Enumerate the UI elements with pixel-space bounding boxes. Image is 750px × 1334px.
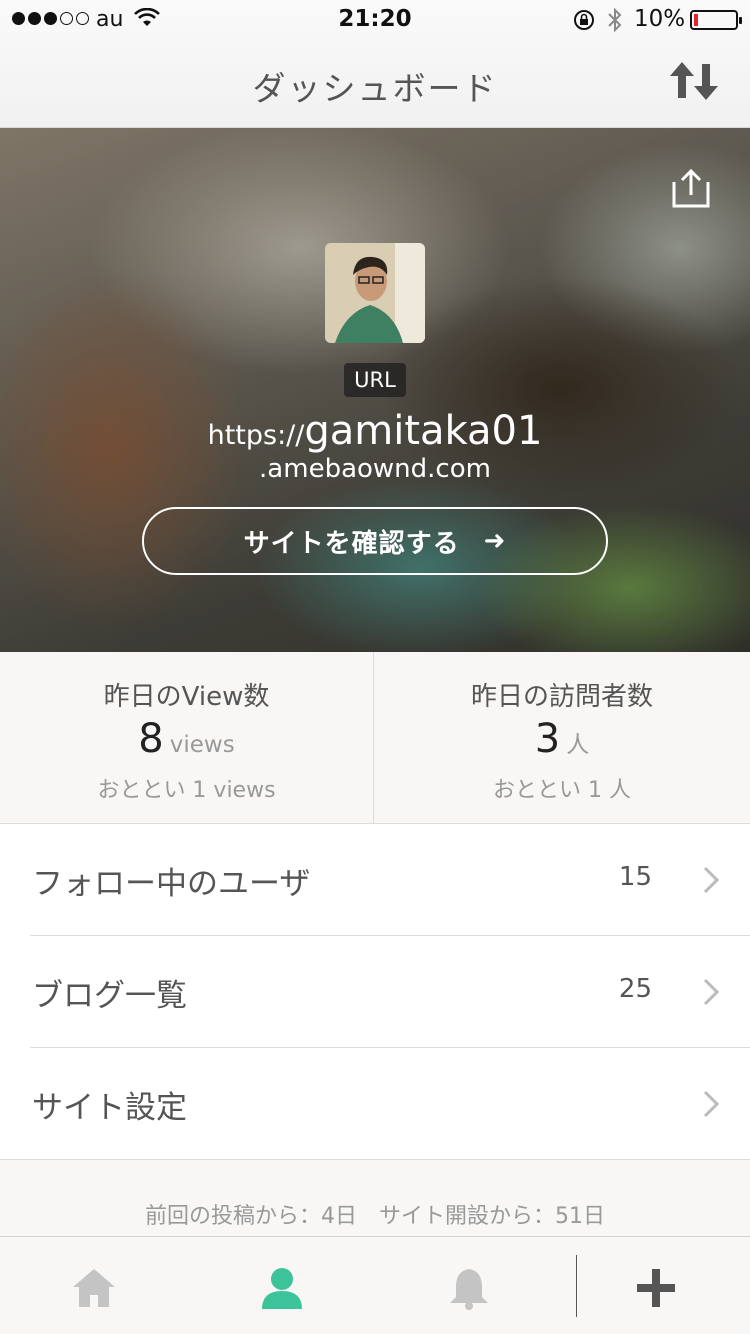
menu-item-blog-list[interactable]: ブログ一覧 25 (0, 936, 750, 1048)
stat-views-label: 昨日のView数 (103, 682, 270, 712)
bell-icon[interactable] (446, 1265, 492, 1311)
battery-percent: 10% (634, 6, 686, 32)
chevron-right-icon (702, 978, 720, 1006)
status-bar: au 21:20 10% (0, 0, 750, 40)
menu-item-count: 25 (618, 974, 652, 1004)
user-icon[interactable] (259, 1265, 305, 1311)
stat-views-value-wrap: 8 views (0, 716, 373, 762)
stat-views-previous: おととい 1 views (97, 778, 276, 803)
menu-list: フォロー中のユーザ 15 ブログ一覧 25 サイト設定 (0, 824, 750, 1160)
chevron-right-icon (702, 1090, 720, 1118)
tab-bar (0, 1236, 750, 1334)
site-url[interactable]: https://gamitaka01 (0, 408, 750, 454)
stat-visitors-value-wrap: 3人 (375, 716, 749, 762)
page-title: ダッシュボード (252, 69, 498, 108)
share-icon[interactable] (670, 168, 712, 210)
chevron-right-icon (702, 866, 720, 894)
url-prefix: https:// (207, 420, 305, 451)
stat-views-unit: views (169, 732, 235, 758)
stat-visitors-label: 昨日の訪問者数 (470, 682, 653, 712)
stat-views-value: 8 (138, 716, 164, 762)
plus-icon[interactable] (633, 1265, 679, 1311)
url-domain: .amebaownd.com (259, 454, 491, 484)
menu-item-label: サイト設定 (32, 1090, 187, 1126)
stat-visitors-value: 3 (534, 716, 561, 762)
sort-arrows-icon[interactable] (668, 58, 720, 104)
site-hero: URL https://gamitaka01 .amebaownd.com サイ… (0, 128, 750, 652)
menu-item-following-users[interactable]: フォロー中のユーザ 15 (0, 824, 750, 936)
url-badge: URL (344, 363, 406, 397)
tab-divider (576, 1255, 577, 1317)
site-activity-info: 前回の投稿から：4日 サイト開設から：51日 (0, 1160, 750, 1236)
menu-item-label: フォロー中のユーザ (32, 866, 311, 902)
stat-views: 昨日のView数 8 views おととい 1 views (0, 652, 374, 824)
menu-item-count: 15 (618, 862, 652, 892)
stat-visitors-previous: おととい 1 人 (493, 778, 631, 803)
bluetooth-icon (606, 7, 624, 39)
top-bar: au 21:20 10% ダッシュボード (0, 0, 750, 128)
rotation-lock-icon (572, 8, 596, 38)
home-icon[interactable] (71, 1265, 117, 1311)
visit-site-button[interactable]: サイトを確認する ➜ (142, 507, 608, 575)
arrow-right-icon: ➜ (483, 526, 507, 556)
visit-site-label: サイトを確認する (243, 528, 460, 559)
url-subdomain: gamitaka01 (304, 408, 543, 454)
avatar (325, 243, 425, 343)
stats-panel: 昨日のView数 8 views おととい 1 views 昨日の訪問者数 3人 … (0, 652, 750, 824)
menu-item-label: ブログ一覧 (32, 978, 187, 1014)
battery-icon (690, 10, 742, 30)
stat-visitors-unit: 人 (566, 732, 590, 758)
menu-item-site-settings[interactable]: サイト設定 (0, 1048, 750, 1160)
stat-visitors: 昨日の訪問者数 3人 おととい 1 人 (375, 652, 749, 824)
